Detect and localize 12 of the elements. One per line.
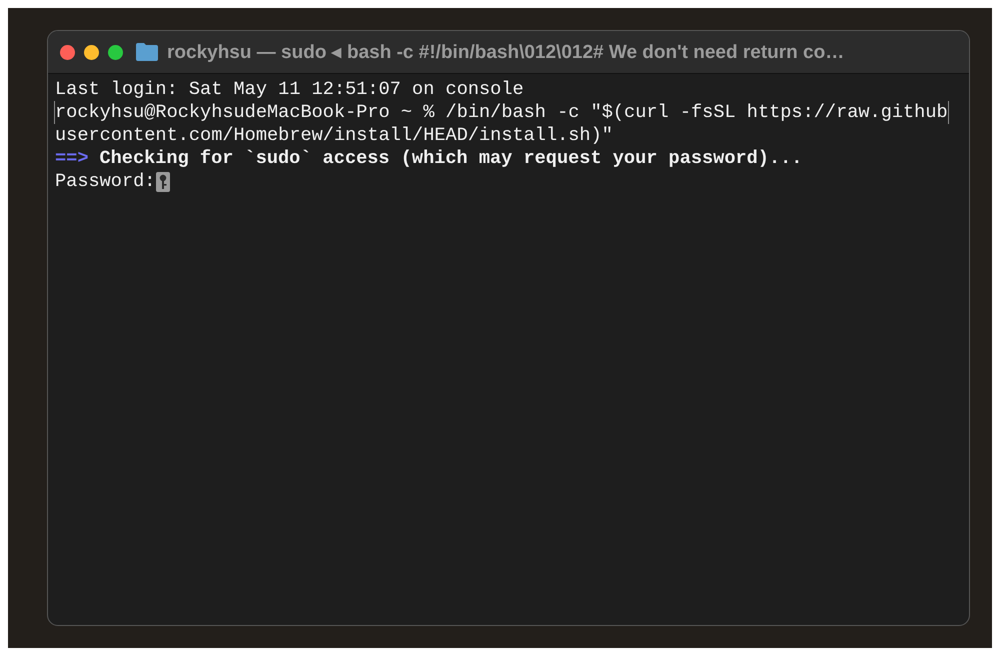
minimize-button[interactable] (84, 44, 99, 60)
window-title: rockyhsu — sudo ◂ bash -c #!/bin/bash\012\012# We don't need return co… (167, 41, 844, 64)
password-prompt: Password: (55, 170, 156, 193)
output-line: Last login: Sat May 11 12:51:07 on console (55, 78, 524, 101)
output-line: rockyhsu@RockyhsudeMacBook-Pro ~ % /bin/bash -c "$(curl -fsSL https://raw.github (55, 101, 948, 124)
output-line: usercontent.com/Homebrew/install/HEAD/install.sh)" (55, 124, 613, 147)
folder-icon (136, 43, 158, 61)
close-button[interactable] (60, 44, 75, 60)
key-icon (156, 172, 170, 192)
output-line: Checking for `sudo` access (which may request your password)... (99, 147, 802, 170)
zoom-button[interactable] (108, 44, 123, 60)
arrow-marker: ==> (55, 147, 88, 170)
